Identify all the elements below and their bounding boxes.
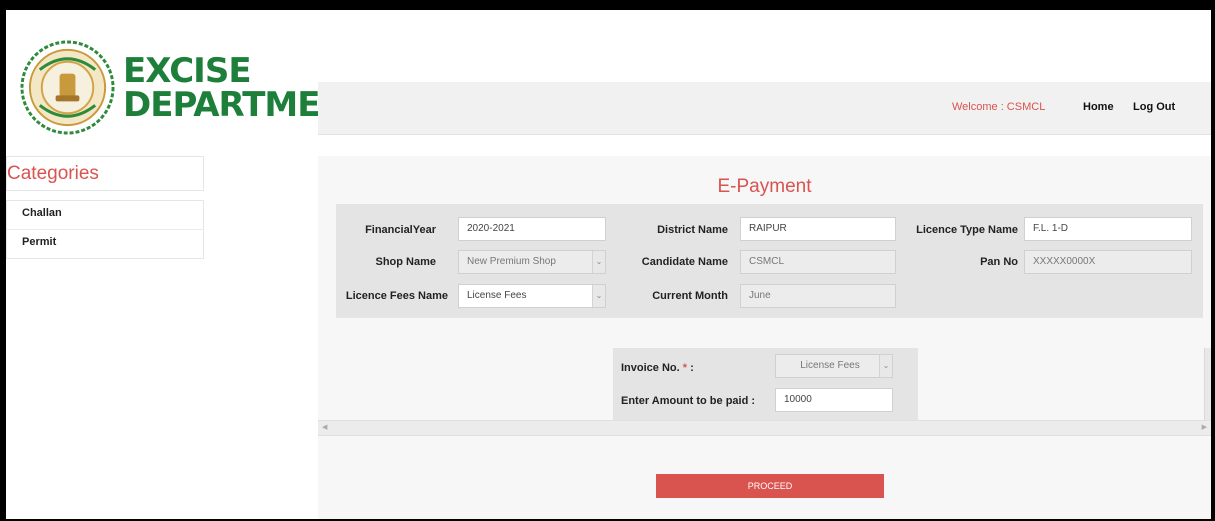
current-month-label: Current Month xyxy=(652,290,728,302)
shop-name-select[interactable]: New Premium Shop ⌄ xyxy=(458,250,606,274)
invoice-no-value: License Fees xyxy=(800,360,860,371)
licence-fees-name-select[interactable]: License Fees ⌄ xyxy=(458,284,606,308)
required-marker: * xyxy=(682,362,688,374)
amount-input[interactable]: 10000 xyxy=(775,388,893,412)
logout-link[interactable]: Log Out xyxy=(1133,101,1175,113)
vertical-scrollbar[interactable] xyxy=(1204,348,1211,420)
categories-title: Categories xyxy=(7,163,99,184)
categories-header: Categories xyxy=(6,156,204,191)
welcome-text: Welcome : CSMCL xyxy=(952,101,1046,113)
app-window: EXCISE DEPARTMENT Welcome : CSMCL Home L… xyxy=(6,10,1211,519)
home-link[interactable]: Home xyxy=(1083,101,1114,113)
chevron-down-icon: ⌄ xyxy=(592,285,605,307)
top-navbar: Welcome : CSMCL Home Log Out xyxy=(318,82,1211,135)
shop-name-label: Shop Name xyxy=(375,256,436,268)
excise-logo: EXCISE DEPARTMENT xyxy=(20,40,370,140)
financial-year-field[interactable]: 2020-2021 xyxy=(458,217,606,241)
invoice-no-label: Invoice No. * : xyxy=(621,362,694,374)
sidebar-item-challan[interactable]: Challan xyxy=(7,201,203,230)
state-emblem-icon xyxy=(20,40,115,135)
licence-details-form: FinancialYear 2020-2021 District Name RA… xyxy=(336,204,1203,318)
chevron-down-icon: ⌄ xyxy=(592,251,605,273)
chevron-down-icon: ⌄ xyxy=(879,355,892,377)
invoice-panel: Invoice No. * : License Fees ⌄ Enter Amo… xyxy=(613,348,918,420)
candidate-name-label: Candidate Name xyxy=(641,256,728,268)
sidebar-item-permit[interactable]: Permit xyxy=(7,230,203,258)
invoice-no-select[interactable]: License Fees ⌄ xyxy=(775,354,893,378)
shop-name-value: New Premium Shop xyxy=(467,256,556,267)
invoice-no-colon: : xyxy=(690,362,694,374)
page-title: E-Payment xyxy=(717,176,812,197)
candidate-name-field: CSMCL xyxy=(740,250,896,274)
licence-type-name-field[interactable]: F.L. 1-D xyxy=(1024,217,1192,241)
amount-label: Enter Amount to be paid : xyxy=(621,395,756,407)
licence-fees-name-label: Licence Fees Name xyxy=(345,290,448,302)
horizontal-scrollbar[interactable]: ◀ ▶ xyxy=(318,420,1211,436)
district-name-label: District Name xyxy=(657,224,728,236)
current-month-field: June xyxy=(740,284,896,308)
licence-type-name-label: Licence Type Name xyxy=(916,224,1018,236)
scroll-left-icon[interactable]: ◀ xyxy=(322,423,327,431)
proceed-button[interactable]: PROCEED xyxy=(656,474,884,498)
pan-no-label: Pan No xyxy=(980,256,1018,268)
invoice-no-label-text: Invoice No. xyxy=(621,362,680,374)
district-name-field[interactable]: RAIPUR xyxy=(740,217,896,241)
main-panel: E-Payment FinancialYear 2020-2021 Distri… xyxy=(318,156,1211,519)
scroll-right-icon[interactable]: ▶ xyxy=(1202,423,1207,431)
financial-year-label: FinancialYear xyxy=(365,224,436,236)
pan-no-field: XXXXX0000X xyxy=(1024,250,1192,274)
licence-fees-name-value: License Fees xyxy=(467,290,527,301)
categories-list: Challan Permit xyxy=(6,200,204,259)
